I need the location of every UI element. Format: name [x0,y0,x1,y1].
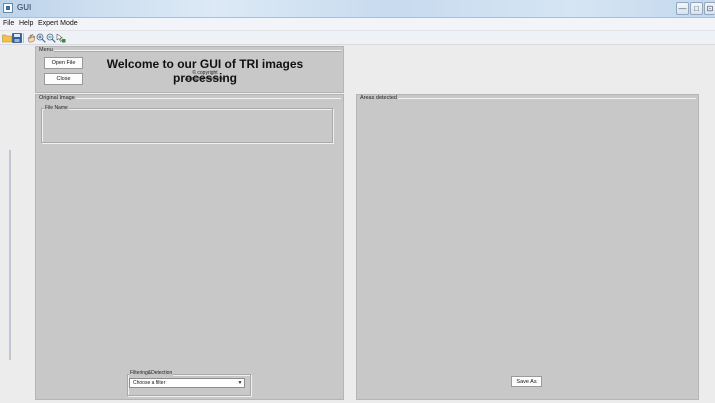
file-name-group [41,108,333,143]
panel-divider [359,98,696,99]
zoom-in-icon[interactable] [36,33,46,43]
menu-help[interactable]: Help [19,20,33,27]
open-folder-icon[interactable] [2,33,12,43]
maximize-button[interactable]: □ [690,2,703,15]
zoom-out-icon[interactable] [46,33,56,43]
menu-expert-mode[interactable]: Expert Mode [38,20,78,27]
filtering-group-label: Filtering&Detection [129,370,174,376]
menu-panel-title: Menu [38,47,54,53]
toolbar [0,31,715,45]
save-icon[interactable] [12,33,22,43]
panel-divider [38,98,341,99]
save-as-button[interactable]: Save As [511,376,542,387]
chevron-down-icon[interactable]: ▼ [237,380,243,386]
window-title: GUI [17,3,32,12]
areas-detected-panel: Areas detected [356,94,699,400]
pan-hand-icon[interactable] [26,33,36,43]
close-window-button[interactable]: ⊡ [704,2,715,15]
panel-divider [38,51,341,52]
menu-file[interactable]: File [3,20,14,27]
app-icon [3,3,13,13]
window-edge-shadow [9,150,11,360]
data-cursor-icon[interactable] [56,33,66,43]
filter-select[interactable]: Choose a filter ▼ [129,378,245,388]
open-file-button[interactable]: Open File [44,57,83,69]
toolbar-separator [23,33,24,43]
areas-detected-title: Areas detected [359,95,398,101]
rights-text: All rights reserved [184,76,225,82]
close-button[interactable]: Close [44,73,83,85]
minimize-button[interactable]: — [676,2,689,15]
title-bar: GUI — □ ⊡ [0,0,715,18]
file-name-label: File Name [44,105,69,111]
menu-bar: File Help Expert Mode [0,18,715,31]
app-window: GUI — □ ⊡ File Help Expert Mode Menu Ope… [0,0,715,403]
original-image-title: Original Image [38,95,76,101]
filter-select-value: Choose a filter [133,380,166,386]
